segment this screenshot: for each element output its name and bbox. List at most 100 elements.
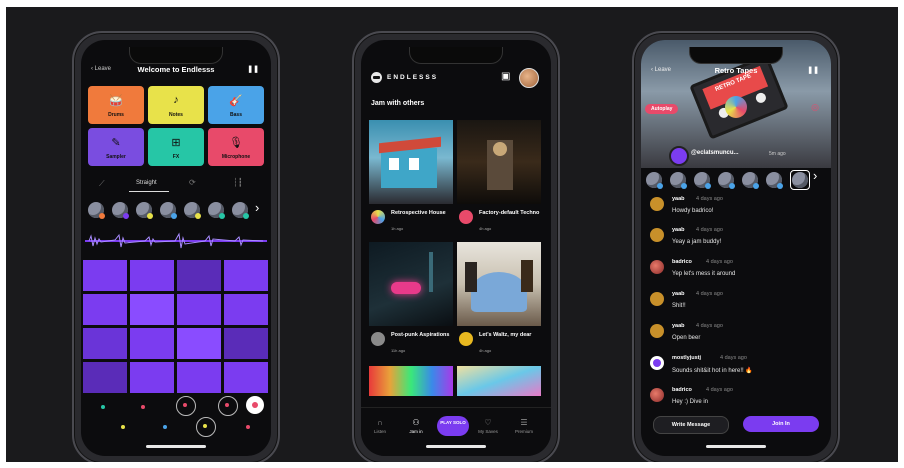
pad[interactable] [224,328,268,359]
instrument-notes-button[interactable]: ♪ Notes [148,86,204,124]
message-text: Yeay a jam buddy! [672,239,722,245]
mode-underline [129,191,169,192]
avatar[interactable] [650,388,664,402]
knob-control[interactable] [670,172,687,189]
knob-selected[interactable] [790,170,810,190]
knob-control[interactable] [718,172,735,189]
effect-dot[interactable] [246,425,250,429]
pad[interactable] [83,362,127,393]
pad[interactable] [83,294,127,325]
pad[interactable] [177,294,221,325]
autoplay-badge[interactable]: Autoplay [645,104,679,114]
record-icon[interactable]: ◎ [811,102,819,113]
instrument-drums-button[interactable]: 🥁 Drums [88,86,144,124]
knob-control[interactable] [742,172,759,189]
knob-control[interactable] [208,202,225,219]
knob-control[interactable] [694,172,711,189]
pad[interactable] [130,260,174,291]
pad[interactable] [130,294,174,325]
avatar[interactable] [650,260,664,274]
instrument-label: Notes [169,112,183,118]
promo-stage: ‹ Leave Welcome to Endlesss ❚❚ 🥁 Drums ♪… [6,7,898,462]
jam-thumbnail[interactable] [369,242,453,326]
avatar[interactable] [650,197,664,211]
effect-dot[interactable] [141,405,145,409]
jam-time: 4h ago [479,226,492,231]
knob-control[interactable] [766,172,783,189]
play-solo-button[interactable]: PLAY SOLO [437,416,469,436]
knob-control[interactable] [112,202,129,219]
avatar[interactable] [650,292,664,306]
pad[interactable] [130,362,174,393]
pad[interactable] [83,328,127,359]
user-handle[interactable]: @eclatsmuncu... [691,150,739,156]
pad[interactable] [224,362,268,393]
mode-selector[interactable]: Straight [136,180,157,186]
record-button[interactable] [246,396,264,414]
avatar[interactable] [650,228,664,242]
message-author[interactable]: yaab [672,196,685,202]
knob-control[interactable] [646,172,663,189]
pad[interactable] [177,260,221,291]
instrument-sampler-button[interactable]: ✎ Sampler [88,128,144,166]
message-author[interactable]: badrico [672,259,692,265]
join-in-button[interactable]: Join In [743,416,819,432]
pad[interactable] [224,260,268,291]
jam-title[interactable]: Post-punk Aspirations [391,332,453,339]
wand-icon[interactable]: ⟋ [99,179,105,189]
message-author[interactable]: yaab [672,291,685,297]
message-author[interactable]: mostlyjustj [672,355,701,361]
jam-thumbnail[interactable] [457,242,541,326]
pad[interactable] [83,260,127,291]
jam-title[interactable]: Retrospective House [391,210,453,217]
tab-premium[interactable]: ☰ Premium [509,418,539,434]
chat-icon[interactable]: ▣ [501,71,510,82]
message-author[interactable]: yaab [672,323,685,329]
jam-thumbnail[interactable] [457,120,541,204]
jam-thumbnail[interactable] [457,366,541,396]
message-author[interactable]: badrico [672,387,692,393]
avatar[interactable] [650,356,664,370]
message-text: Hey :) Dive in [672,399,709,405]
chevron-right-icon[interactable]: › [813,168,817,183]
user-avatar[interactable] [669,146,689,166]
tab-listen[interactable]: ∩ Listen [365,418,395,434]
chat-message: yaab 4 days ago Shit!! [650,290,820,320]
instrument-microphone-button[interactable]: 🎙 Microphone [208,128,264,166]
pad[interactable] [177,362,221,393]
pause-icon[interactable]: ❚❚ [807,66,819,74]
effect-dot[interactable] [101,405,105,409]
instrument-fx-button[interactable]: ⊞ FX [148,128,204,166]
jam-thumbnail[interactable] [369,120,453,204]
chevron-right-icon[interactable]: › [255,200,259,215]
pad[interactable] [177,328,221,359]
knob-control[interactable] [88,202,105,219]
knob-control[interactable] [232,202,249,219]
jam-title[interactable]: Let's Waltz, my dear [479,332,541,339]
knob-control[interactable] [136,202,153,219]
pad[interactable] [130,328,174,359]
knob-control[interactable] [184,202,201,219]
loop-icon[interactable]: ⟳ [189,178,196,187]
chat-message: badrico 4 days ago Yep let's mess it aro… [650,258,820,288]
avatar[interactable] [650,324,664,338]
jam-thumbnail[interactable] [369,366,453,396]
drum-icon: 🥁 [109,95,123,107]
message-author[interactable]: yaab [672,227,685,233]
instrument-bass-button[interactable]: 🎸 Bass [208,86,264,124]
tab-jam-in[interactable]: ⚇ Jam in [401,418,431,434]
section-title: Jam with others [371,100,425,107]
jam-title[interactable]: Factory-default Techno [479,210,541,217]
pad[interactable] [224,294,268,325]
effect-dot[interactable] [163,425,167,429]
chat-message: yaab 4 days ago Yeay a jam buddy! [650,226,820,256]
avatar[interactable] [519,68,539,88]
levels-icon[interactable]: ┆┇ [233,178,243,187]
knob-control[interactable] [160,202,177,219]
tab-my-saves[interactable]: ♡ My Saves [473,418,503,434]
write-message-button[interactable]: Write Message [653,416,729,434]
screen-discover: ENDLESSS ▣ Jam with others Retrospective… [361,40,551,456]
pause-icon[interactable]: ❚❚ [247,65,259,73]
effect-dot[interactable] [121,425,125,429]
message-time: 4 days ago [696,227,723,233]
